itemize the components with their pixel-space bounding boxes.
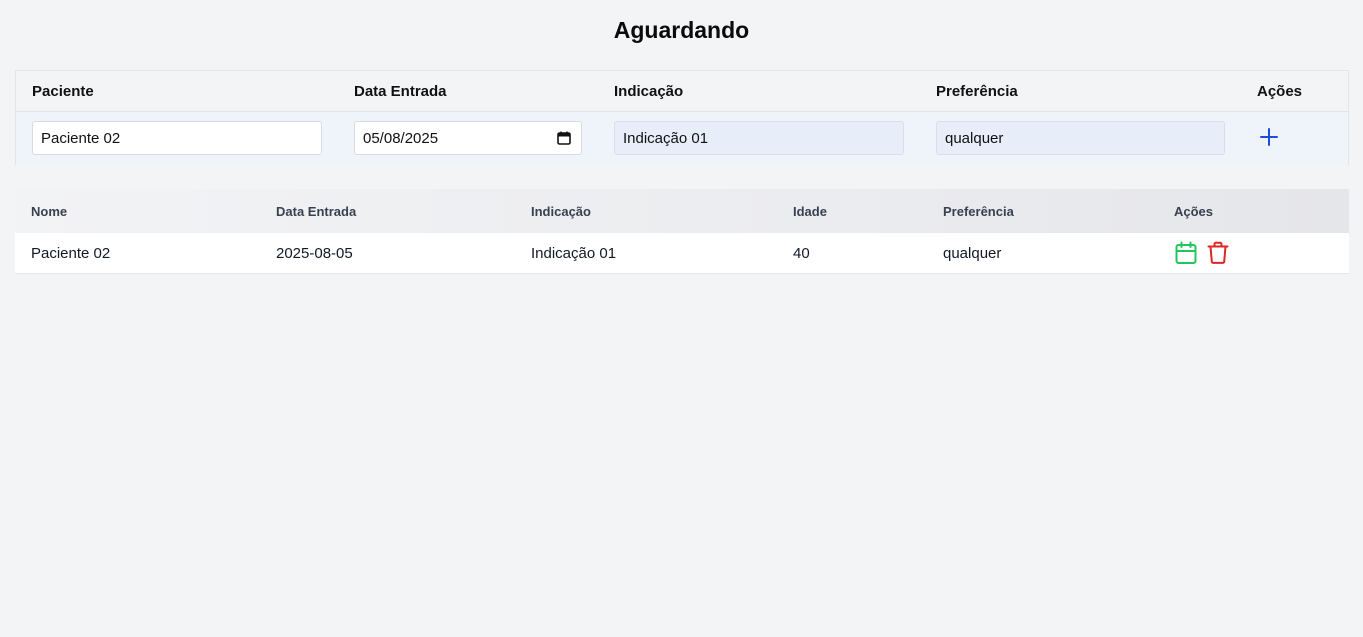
calendar-picker-icon[interactable] [557,131,571,145]
plus-icon[interactable] [1257,125,1281,149]
cell-idade: 40 [793,245,810,262]
table-row: Paciente 02 2025-08-05 Indicação 01 40 q… [15,233,1349,273]
paciente-input[interactable]: Paciente 02 [32,121,322,155]
waiting-list-table: Nome Data Entrada Indicação Idade Prefer… [15,189,1349,274]
indicacao-select[interactable]: Indicação 01 [614,121,904,155]
new-entry-form: Paciente Data Entrada Indicação Preferên… [15,70,1349,165]
column-header-acoes: Ações [1174,204,1214,219]
form-header-paciente: Paciente [32,83,94,100]
indicacao-select-value: Indicação 01 [623,129,709,147]
column-header-idade: Idade [793,204,827,219]
column-header-data-entrada: Data Entrada [276,204,357,219]
form-input-row: Paciente 02 05/08/2025 Indicação 01 qual… [16,112,1348,165]
trash-icon[interactable] [1206,241,1230,265]
data-entrada-date-input[interactable]: 05/08/2025 [354,121,582,155]
calendar-icon[interactable] [1174,241,1198,265]
form-header-data-entrada: Data Entrada [354,83,447,100]
column-header-nome: Nome [31,204,68,219]
paciente-input-value: Paciente 02 [41,129,121,147]
column-header-preferencia: Preferência [943,204,1014,219]
table-header-row: Nome Data Entrada Indicação Idade Prefer… [15,189,1349,233]
form-header-row: Paciente Data Entrada Indicação Preferên… [16,71,1348,112]
cell-nome: Paciente 02 [31,245,111,262]
form-header-acoes: Ações [1257,83,1303,100]
form-header-indicacao: Indicação [614,83,684,100]
cell-preferencia: qualquer [943,245,1002,262]
data-entrada-input-value: 05/08/2025 [363,129,439,147]
cell-indicacao: Indicação 01 [531,245,617,262]
page-title: Aguardando [613,17,750,43]
column-header-indicacao: Indicação [531,204,591,219]
preferencia-select[interactable]: qualquer [936,121,1225,155]
form-header-preferencia: Preferência [936,83,1018,100]
preferencia-select-value: qualquer [945,129,1004,147]
cell-data-entrada: 2025-08-05 [276,245,353,262]
